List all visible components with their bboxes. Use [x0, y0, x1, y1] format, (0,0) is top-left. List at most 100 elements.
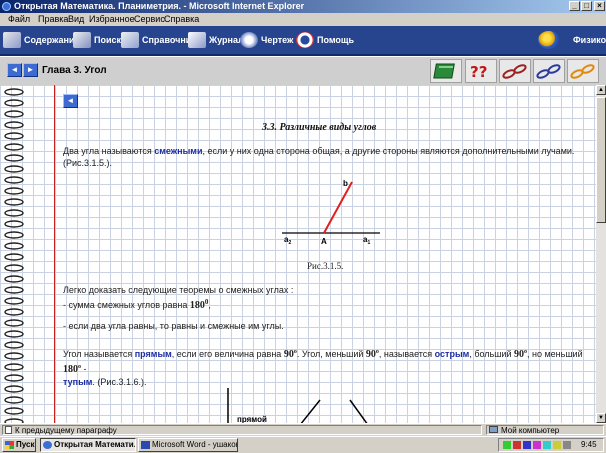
task-ie-label: Открытая Математи... [54, 440, 136, 449]
tray-icon-5[interactable] [543, 441, 551, 449]
p1-text-b: , если у них одна сторона общая, а други… [202, 146, 575, 156]
menu-file[interactable]: Файл [8, 14, 30, 24]
computer-icon [489, 426, 498, 433]
label-a2: a2 [284, 235, 291, 245]
spiral-ring [4, 110, 24, 118]
windows-logo-icon [5, 441, 14, 449]
question-tool-button[interactable]: ?? [465, 59, 497, 83]
link-tool-button[interactable] [533, 59, 565, 83]
toolbar-journal[interactable]: Журнал [188, 30, 244, 50]
toolbar-search-label: Поиск [94, 35, 122, 45]
window-title-bar: Открытая Математика. Планиметрия. - Micr… [0, 0, 606, 13]
app-toolbar: Содержание Поиск Справочник Журнал Черте… [0, 26, 606, 56]
status-text-panel: К предыдущему параграфу [2, 425, 482, 435]
start-button[interactable]: Пуск [2, 438, 36, 452]
green-book-icon [433, 63, 455, 79]
scroll-down-button[interactable]: ▼ [596, 413, 606, 423]
scroll-up-button[interactable]: ▲ [596, 85, 606, 95]
spiral-ring [4, 121, 24, 129]
chain-link-icon [502, 64, 527, 79]
spiral-ring [4, 187, 24, 195]
spiral-ring [4, 374, 24, 382]
spiral-ring [4, 275, 24, 283]
paragraph-angle-types: Угол называется прямым, если его величин… [63, 349, 583, 387]
content-page: ◄ 3.3. Различные виды углов Два угла наз… [0, 85, 596, 423]
figure-angle-types: прямой [227, 388, 368, 423]
maximize-button[interactable]: □ [581, 1, 592, 11]
spiral-ring [4, 165, 24, 173]
chain-tool-button[interactable] [499, 59, 531, 83]
next-chapter-button[interactable]: ► [23, 63, 38, 77]
term-acute[interactable]: острым [435, 349, 470, 359]
tray-icon-2[interactable] [513, 441, 521, 449]
spiral-ring [4, 396, 24, 404]
spiral-ring [4, 264, 24, 272]
toolbar-help[interactable]: Помощь [296, 30, 354, 50]
clock: 9:45 [581, 440, 597, 449]
toolbar-help-label: Помощь [317, 35, 355, 45]
label-a1: a1 [363, 235, 370, 245]
right-angle-label: прямой [237, 415, 267, 423]
label-b: b [343, 179, 348, 188]
theorem-2: - если два угла равны, то равны и смежны… [63, 321, 284, 331]
physicon-brand[interactable]: Физикон [538, 30, 606, 50]
minimize-button[interactable]: _ [569, 1, 580, 11]
task-ie[interactable]: Открытая Математи... [40, 438, 136, 452]
term-obtuse[interactable]: тупым [63, 377, 92, 387]
back-button[interactable]: ◄ [63, 94, 78, 108]
notebook-spiral [4, 88, 24, 423]
close-button[interactable]: × [594, 1, 605, 11]
spiral-ring [4, 143, 24, 151]
chapter-bar: ◄ ► Глава 3. Угол ?? [0, 56, 606, 86]
spiral-ring [4, 330, 24, 338]
tray-icon-6[interactable] [553, 441, 561, 449]
term-adjacent[interactable]: смежными [154, 146, 202, 156]
spiral-ring [4, 209, 24, 217]
menu-tools[interactable]: Сервис [134, 14, 165, 24]
physicon-logo-icon [538, 31, 560, 49]
volume-icon[interactable] [563, 441, 571, 449]
spiral-ring [4, 220, 24, 228]
tray-icon-1[interactable] [503, 441, 511, 449]
spiral-ring [4, 198, 24, 206]
toolbar-reference[interactable]: Справочник [121, 30, 196, 50]
scroll-thumb[interactable] [596, 97, 606, 223]
status-zone-panel: Мой компьютер [486, 425, 604, 435]
toolbar-drawing[interactable]: Чертеж [240, 30, 293, 50]
menu-favorites[interactable]: Избранное [89, 14, 135, 24]
acute-angle-ray [300, 399, 321, 423]
reference-book-icon [121, 32, 139, 48]
figure-caption: Рис.3.1.5. [307, 261, 344, 271]
prev-chapter-button[interactable]: ◄ [7, 63, 22, 77]
spiral-ring [4, 385, 24, 393]
taskbar: Пуск Открытая Математи... Microsoft Word… [0, 436, 606, 453]
spiral-ring [4, 407, 24, 415]
spiral-ring [4, 363, 24, 371]
task-word[interactable]: Microsoft Word - ушаков.d... [138, 438, 238, 452]
tray-icon-4[interactable] [533, 441, 541, 449]
figure-adjacent-angles: b a2 A a1 [282, 179, 380, 245]
toolbar-contents[interactable]: Содержание [3, 30, 79, 50]
toolbar-search[interactable]: Поиск [73, 30, 121, 50]
paragraph-adjacent: Два угла называются смежными, если у них… [63, 145, 583, 169]
task-word-label: Microsoft Word - ушаков.d... [152, 440, 237, 449]
ie-task-icon [43, 441, 52, 449]
vertical-scrollbar[interactable]: ▲ ▼ [596, 85, 606, 423]
spiral-ring [4, 308, 24, 316]
ie-icon [2, 2, 11, 11]
menu-view[interactable]: Вид [68, 14, 84, 24]
spiral-ring [4, 253, 24, 261]
toolbar-drawing-label: Чертеж [261, 35, 294, 45]
notebook-tool-button[interactable] [430, 59, 462, 83]
status-bar: К предыдущему параграфу Мой компьютер [0, 423, 606, 437]
tray-icon-3[interactable] [523, 441, 531, 449]
menu-help[interactable]: Справка [164, 14, 199, 24]
svg-text:??: ?? [470, 63, 487, 81]
orange-link-tool-button[interactable] [567, 59, 599, 83]
word-task-icon [141, 441, 150, 449]
menu-edit[interactable]: Правка [38, 14, 68, 24]
ray-b [323, 181, 353, 234]
lifebuoy-icon [296, 32, 314, 48]
p1-figure-ref: (Рис.3.1.5.). [63, 158, 113, 168]
term-right[interactable]: прямым [135, 349, 172, 359]
